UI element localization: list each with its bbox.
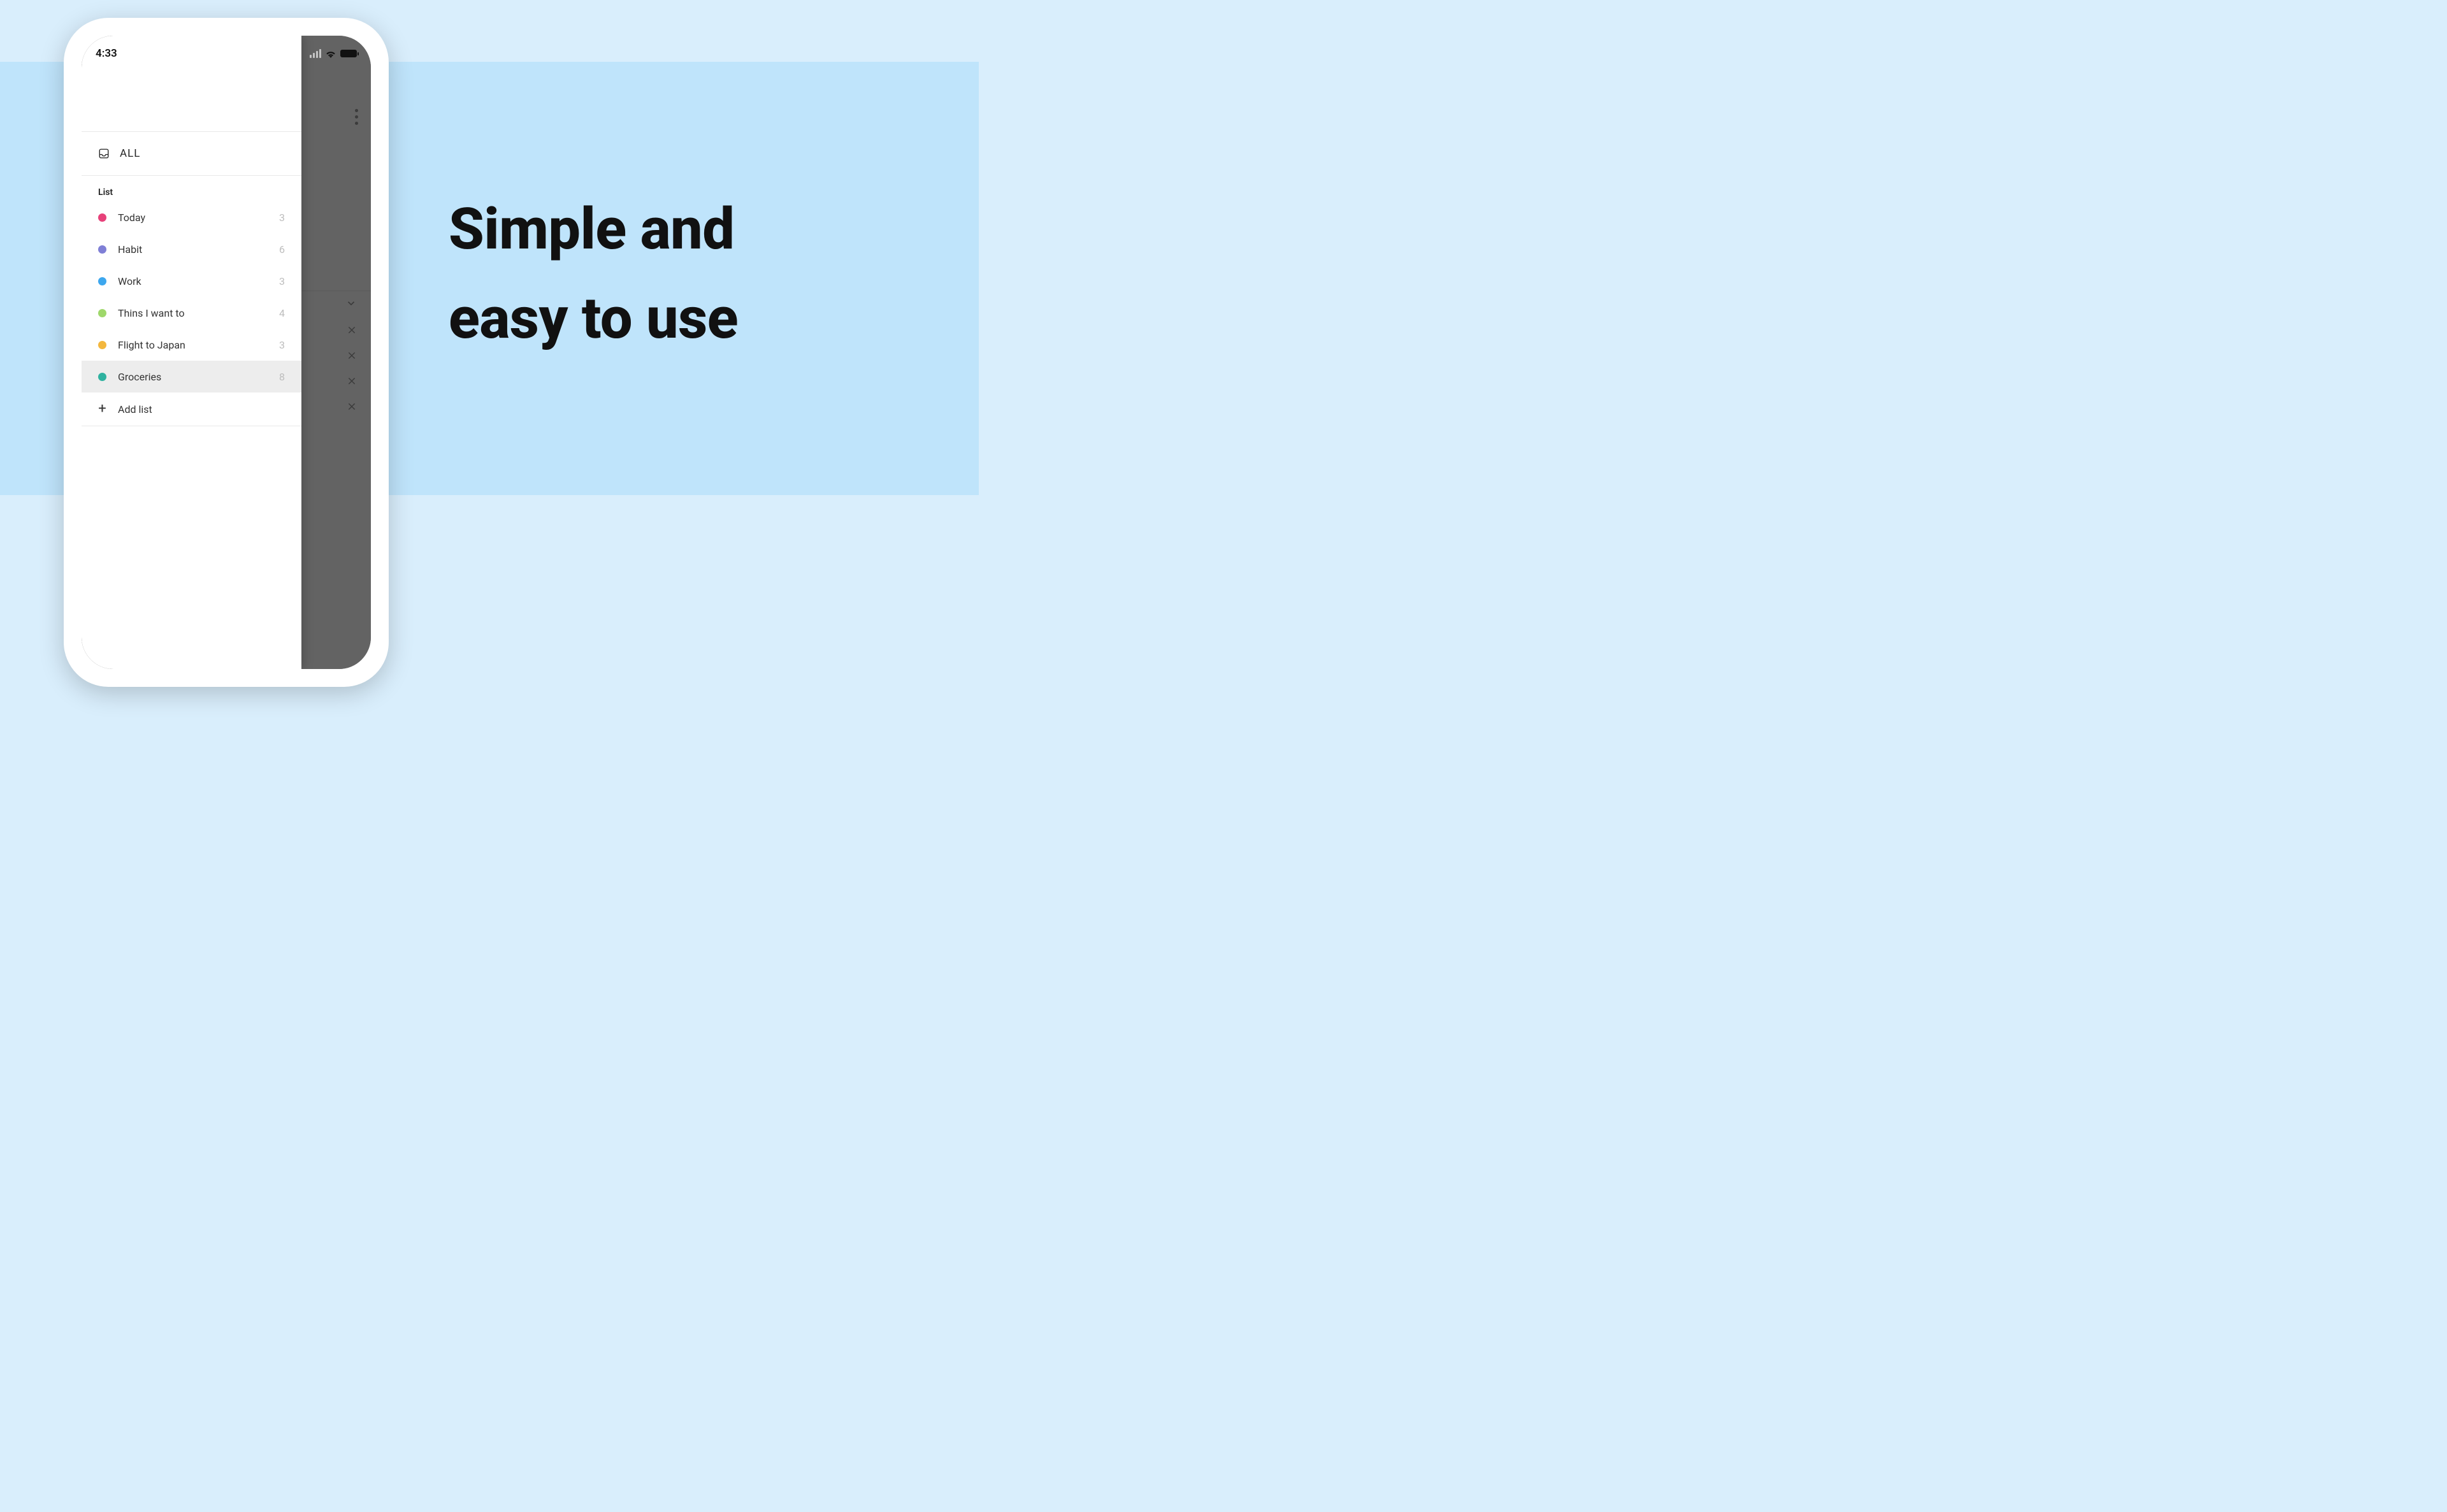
add-list-label: Add list: [118, 403, 152, 415]
wifi-icon: [325, 49, 336, 58]
list-name: Thins I want to: [118, 307, 268, 319]
side-button: [64, 117, 65, 140]
section-header: List: [82, 176, 301, 201]
list-item[interactable]: Thins I want to 4: [82, 297, 301, 329]
list-name: Groceries: [118, 371, 268, 383]
list-item[interactable]: Today 3: [82, 201, 301, 233]
chevron-down-icon: [345, 298, 357, 309]
status-bar: 4:33: [82, 36, 371, 71]
plus-icon: +: [98, 402, 106, 416]
side-button: [387, 168, 389, 228]
navigation-drawer: ALL List Today 3 Habit 6 Work 3 Thins I want t…: [82, 36, 301, 669]
close-icon: [347, 401, 357, 412]
hero-headline: Simple and easy to use: [449, 185, 941, 363]
list-item[interactable]: Habit 6: [82, 233, 301, 265]
close-icon: [347, 376, 357, 386]
list-name: Flight to Japan: [118, 339, 268, 351]
more-menu-icon[interactable]: [355, 109, 358, 125]
list-count: 3: [279, 339, 285, 351]
list-count: 3: [279, 275, 285, 287]
list-name: Today: [118, 212, 268, 224]
list-count: 3: [279, 212, 285, 224]
list-color-dot: [98, 277, 106, 285]
side-button: [64, 212, 65, 257]
close-icon: [347, 350, 357, 361]
list-color-dot: [98, 341, 106, 349]
list-color-dot: [98, 213, 106, 222]
list-count: 4: [279, 307, 285, 319]
list-item[interactable]: Flight to Japan 3: [82, 329, 301, 361]
all-lists-label: ALL: [120, 147, 140, 160]
headline-line2: easy to use: [449, 274, 941, 363]
list-name: Habit: [118, 243, 268, 256]
phone-frame: 4:33: [64, 18, 389, 687]
list-count: 6: [279, 243, 285, 256]
all-lists-item[interactable]: ALL: [82, 132, 301, 175]
clock: 4:33: [96, 47, 117, 60]
battery-icon: [340, 50, 357, 57]
list-color-dot: [98, 309, 106, 317]
side-button: [64, 158, 65, 203]
list-item[interactable]: Work 3: [82, 265, 301, 297]
inbox-icon: [98, 148, 110, 159]
list-color-dot: [98, 373, 106, 381]
add-list-button[interactable]: + Add list: [82, 392, 301, 426]
close-icon: [347, 325, 357, 335]
list-name: Work: [118, 275, 268, 287]
list-item[interactable]: Groceries 8: [82, 361, 301, 392]
list-color-dot: [98, 245, 106, 254]
headline-line1: Simple and: [449, 185, 941, 274]
cellular-icon: [310, 49, 321, 58]
list-count: 8: [279, 371, 285, 383]
